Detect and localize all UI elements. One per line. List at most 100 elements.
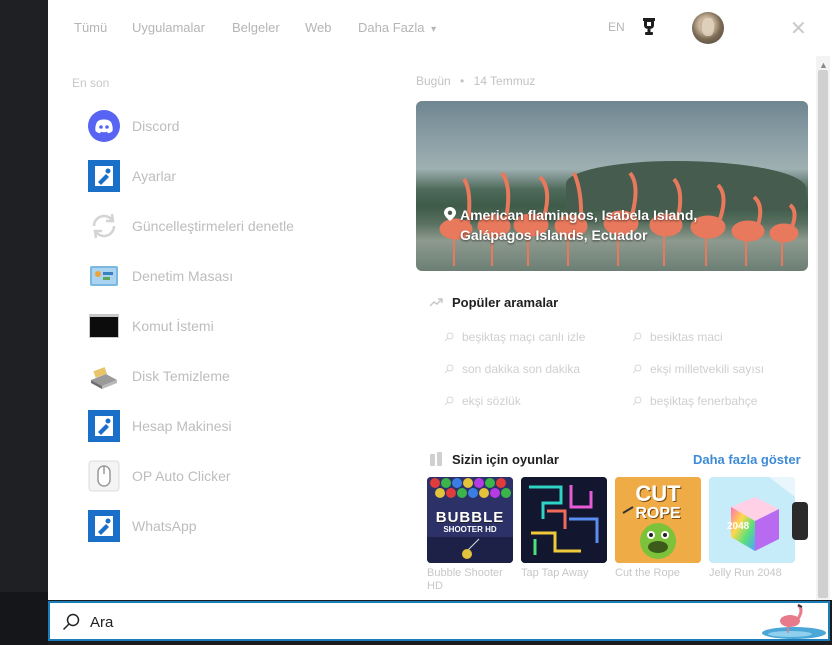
tab-all[interactable]: Tümü — [74, 20, 107, 35]
close-icon[interactable]: ✕ — [790, 16, 807, 41]
trending-item-label: besiktas maci — [650, 330, 723, 344]
hero-caption-line2: Galápagos Islands, Ecuador — [460, 227, 648, 243]
search-filter-tabs: Tümü Uygulamalar Belgeler Web Daha Fazla… — [48, 0, 832, 56]
calculator-icon — [88, 410, 120, 442]
search-icon — [62, 613, 80, 631]
trophy-icon[interactable] — [640, 17, 658, 37]
trending-title: Popüler aramalar — [452, 295, 559, 310]
flamingo-flock — [439, 171, 799, 266]
start-button[interactable] — [0, 592, 48, 645]
tab-more[interactable]: Daha Fazla ▾ — [358, 20, 436, 35]
show-more-games-link[interactable]: Daha fazla göster — [693, 452, 801, 467]
game-thumbnail: CUT ROPE — [615, 477, 701, 563]
search-icon — [632, 396, 642, 406]
search-highlight-flamingo-icon[interactable] — [754, 603, 826, 641]
search-input[interactable] — [88, 610, 712, 634]
game-art-title: CUT — [635, 481, 681, 506]
trending-item[interactable]: ekşi milletvekili sayısı — [632, 362, 764, 376]
trending-item-label: beşiktaş fenerbahçe — [650, 394, 758, 408]
trending-item[interactable]: ekşi sözlük — [444, 394, 521, 408]
carousel-next-handle[interactable] — [792, 502, 808, 540]
recent-app-control-panel[interactable]: Denetim Masası — [88, 256, 388, 296]
recent-heading: En son — [72, 76, 110, 90]
scrollbar-thumb[interactable] — [818, 70, 828, 598]
app-label: Disk Temizleme — [132, 368, 230, 384]
recent-app-check-updates[interactable]: Güncelleştirmeleri denetle — [88, 206, 388, 246]
search-icon — [444, 396, 454, 406]
game-thumbnail: 2048 — [709, 477, 795, 563]
search-box[interactable] — [48, 601, 830, 641]
search-icon — [632, 364, 642, 374]
recent-app-discord[interactable]: Discord — [88, 106, 388, 146]
games-title: Sizin için oyunlar — [452, 452, 559, 467]
game-card-bubble-shooter[interactable]: BUBBLE SHOOTER HD Bubble Shooter HD — [427, 477, 513, 593]
search-icon — [632, 332, 642, 342]
app-label: WhatsApp — [132, 518, 197, 534]
today-separator: • — [460, 74, 465, 88]
recent-app-disk-cleanup[interactable]: Disk Temizleme — [88, 356, 388, 396]
taskbar — [0, 0, 48, 645]
hero-image-card[interactable]: American flamingos, Isabela Island, Galá… — [416, 101, 808, 271]
game-title: Cut the Rope — [615, 567, 680, 579]
game-card-jelly-run-2048[interactable]: 2048 Jelly Run 2048 — [709, 477, 795, 580]
game-thumbnail — [521, 477, 607, 563]
trending-item[interactable]: beşiktaş maçı canlı izle — [444, 330, 585, 344]
mouse-icon — [88, 460, 120, 492]
search-panel: Tümü Uygulamalar Belgeler Web Daha Fazla… — [48, 0, 832, 600]
recent-app-whatsapp[interactable]: WhatsApp — [88, 506, 388, 546]
game-art-title: BUBBLE — [435, 509, 505, 526]
trending-icon — [429, 298, 443, 307]
tab-web[interactable]: Web — [305, 20, 332, 35]
recent-app-calculator[interactable]: Hesap Makinesi — [88, 406, 388, 446]
app-label: Ayarlar — [132, 168, 177, 184]
trending-item-label: beşiktaş maçı canlı izle — [462, 330, 586, 344]
scroll-up-arrow-icon[interactable]: ▲ — [819, 60, 828, 70]
trending-item[interactable]: besiktas maci — [632, 330, 723, 344]
jelly-cube-art — [709, 477, 795, 563]
discord-icon — [88, 110, 120, 142]
recent-app-settings[interactable]: Ayarlar — [88, 156, 388, 196]
control-panel-icon — [88, 260, 120, 292]
hero-caption-line1: American flamingos, Isabela Island, — [460, 207, 698, 223]
sync-icon — [88, 210, 120, 242]
maze-art — [521, 477, 607, 563]
game-art-subtitle: SHOOTER HD — [443, 525, 497, 534]
game-title: Tap Tap Away — [521, 567, 589, 579]
search-icon — [444, 332, 454, 342]
trending-item[interactable]: son dakika son dakika — [444, 362, 580, 376]
app-label: Güncelleştirmeleri denetle — [132, 218, 294, 234]
recent-app-command-prompt[interactable]: Komut İstemi — [88, 306, 388, 346]
trending-item-label: ekşi sözlük — [462, 394, 521, 408]
avatar[interactable] — [692, 12, 724, 44]
disk-cleanup-icon — [88, 360, 120, 392]
app-label: Discord — [132, 118, 180, 134]
search-icon — [444, 364, 454, 374]
today-date: 14 Temmuz — [473, 74, 536, 88]
trending-item-label: ekşi milletvekili sayısı — [650, 362, 765, 376]
game-card-tap-tap-away[interactable]: Tap Tap Away — [521, 477, 607, 580]
language-indicator[interactable]: EN — [608, 20, 625, 34]
tab-apps[interactable]: Uygulamalar — [132, 20, 205, 35]
settings-app-icon — [88, 160, 120, 192]
tab-more-label: Daha Fazla — [358, 20, 425, 35]
recent-app-op-auto-clicker[interactable]: OP Auto Clicker — [88, 456, 388, 496]
today-header: Bugün • 14 Temmuz — [416, 74, 535, 88]
tab-documents[interactable]: Belgeler — [232, 20, 280, 35]
hero-caption: American flamingos, Isabela Island, Galá… — [444, 205, 744, 245]
app-label: Komut İstemi — [132, 318, 214, 334]
app-label: Hesap Makinesi — [132, 418, 232, 434]
game-thumbnail: BUBBLE SHOOTER HD — [427, 477, 513, 563]
app-label: Denetim Masası — [132, 268, 234, 284]
location-pin-icon — [444, 207, 456, 221]
game-art-subtitle: ROPE — [635, 505, 681, 522]
trending-item[interactable]: beşiktaş fenerbahçe — [632, 394, 757, 408]
game-art-title: 2048 — [727, 521, 750, 532]
app-label: OP Auto Clicker — [132, 468, 231, 484]
command-prompt-icon — [88, 310, 120, 342]
game-title: Bubble Shooter HD — [427, 567, 503, 592]
chevron-down-icon: ▾ — [431, 24, 437, 35]
game-card-cut-the-rope[interactable]: CUT ROPE Cut the Rope — [615, 477, 701, 580]
whatsapp-icon — [88, 510, 120, 542]
game-title: Jelly Run 2048 — [709, 567, 782, 579]
today-label: Bugün — [416, 74, 451, 88]
